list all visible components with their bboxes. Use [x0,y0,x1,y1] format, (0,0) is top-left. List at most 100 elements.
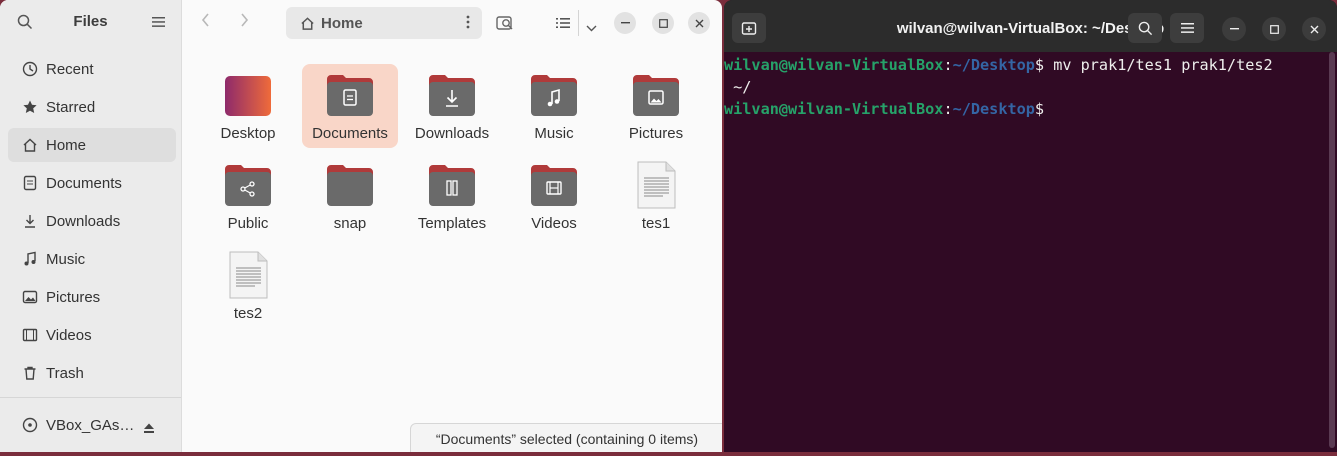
sidebar-item-trash[interactable]: Trash [8,356,176,390]
grid-item-downloads[interactable]: Downloads [404,64,500,148]
terminal-menu-button[interactable] [1170,13,1204,43]
grid-item-snap[interactable]: snap [302,154,398,238]
folder-icon [327,165,373,206]
minimize-button[interactable] [614,12,636,34]
sidebar-item-documents[interactable]: Documents [8,166,176,200]
search-icon [1138,21,1152,35]
grid-item-tes1[interactable]: tes1 [608,154,704,238]
close-button[interactable] [688,12,710,34]
prompt-user: wilvan@wilvan-VirtualBox [724,100,944,118]
grid-item-label: Music [534,125,574,142]
terminal-header: wilvan@wilvan-VirtualBox: ~/Desktop [724,0,1337,52]
terminal-window: wilvan@wilvan-VirtualBox: ~/Desktop wilv… [724,0,1337,452]
clock-icon [20,59,40,79]
sidebar-item-label: Documents [46,174,122,192]
path-bar[interactable]: Home [286,7,482,39]
sidebar-item-label: Trash [46,364,84,382]
sidebar-item-label: Music [46,250,86,268]
public-folder-icon [225,165,271,206]
toolbar-divider [578,10,579,36]
sidebar-item-device[interactable]: VBox_GAs… [8,408,138,442]
disc-icon [20,415,40,435]
grid-item-label: Desktop [220,125,276,142]
prompt-symbol: $ [1034,56,1045,74]
terminal-close-button[interactable] [1302,17,1326,41]
trash-icon [20,363,40,383]
grid-item-label: snap [333,215,367,232]
path-current: Home [321,14,363,32]
grid-item-label: Downloads [414,125,490,142]
grid-item-pictures[interactable]: Pictures [608,64,704,148]
sidebar-item-label: Downloads [46,212,121,230]
back-icon[interactable] [200,12,210,33]
prompt-path: ~/Desktop [952,56,1035,74]
document-icon [20,173,40,193]
grid-item-desktop[interactable]: Desktop [200,64,296,148]
video-icon [20,325,40,345]
sidebar-item-recent[interactable]: Recent [8,52,176,86]
sidebar-header: Files [0,0,181,44]
terminal-line: wilvan@wilvan-VirtualBox:~/Desktop$ [724,98,1330,120]
more-options-icon[interactable] [466,15,470,34]
documents-folder-icon [327,75,373,116]
grid-item-documents[interactable]: Documents [302,64,398,148]
grid-item-label: tes1 [641,215,671,232]
music-folder-icon [531,75,577,116]
search-folder-icon[interactable] [496,14,514,37]
home-icon [300,16,315,31]
sidebar: Files Recent Starred Home Documents Down… [0,0,182,452]
sidebar-item-home[interactable]: Home [8,128,176,162]
templates-folder-icon [429,165,475,206]
sidebar-item-label: Starred [46,98,96,116]
picture-icon [20,287,40,307]
terminal-scrollbar[interactable] [1328,52,1336,450]
grid-item-templates[interactable]: Templates [404,154,500,238]
videos-folder-icon [531,165,577,206]
desktop-folder-icon [225,76,271,116]
terminal-minimize-button[interactable] [1222,17,1246,41]
grid-item-label: Pictures [628,125,684,142]
prompt-path: ~/Desktop [952,100,1035,118]
grid-item-label: Documents [312,125,388,142]
text-file-icon [229,251,268,299]
grid-item-label: Templates [417,215,487,232]
scrollbar-thumb[interactable] [1329,52,1335,448]
grid-item-public[interactable]: Public [200,154,296,238]
chevron-down-icon[interactable] [586,19,597,37]
sidebar-item-pictures[interactable]: Pictures [8,280,176,314]
terminal-search-button[interactable] [1128,13,1162,43]
grid-item-label: tes2 [233,305,263,322]
sidebar-item-starred[interactable]: Starred [8,90,176,124]
terminal-line: ~/ [724,76,1330,98]
grid-item-music[interactable]: Music [506,64,602,148]
forward-icon[interactable] [240,12,250,33]
grid-item-videos[interactable]: Videos [506,154,602,238]
grid-item-label: Public [227,215,269,232]
star-icon [20,97,40,117]
hamburger-menu-icon[interactable] [152,15,165,33]
pictures-folder-icon [633,75,679,116]
sidebar-item-label: VBox_GAs… [46,416,135,434]
sidebar-item-music[interactable]: Music [8,242,176,276]
prompt-user: wilvan@wilvan-VirtualBox [724,56,944,74]
terminal-maximize-button[interactable] [1262,17,1286,41]
download-icon [20,211,40,231]
list-view-icon[interactable] [556,16,570,34]
sidebar-item-videos[interactable]: Videos [8,318,176,352]
text-file-icon [637,161,676,209]
sidebar-item-label: Recent [46,60,94,78]
grid-item-tes2[interactable]: tes2 [200,244,296,328]
command-text: mv prak1/tes1 prak1/tes2 [1044,56,1273,74]
downloads-folder-icon [429,75,475,116]
sidebar-item-downloads[interactable]: Downloads [8,204,176,238]
home-icon [20,135,40,155]
maximize-button[interactable] [652,12,674,34]
grid-item-label: Videos [531,215,577,232]
eject-icon[interactable] [143,421,155,439]
terminal-output[interactable]: wilvan@wilvan-VirtualBox:~/Desktop$ mv p… [724,54,1330,120]
prompt-separator: : [943,56,953,74]
prompt-symbol: $ [1034,100,1045,118]
sidebar-item-label: Videos [46,326,92,344]
sidebar-item-label: Pictures [46,288,101,306]
status-bar: “Documents” selected (containing 0 items… [410,423,722,452]
